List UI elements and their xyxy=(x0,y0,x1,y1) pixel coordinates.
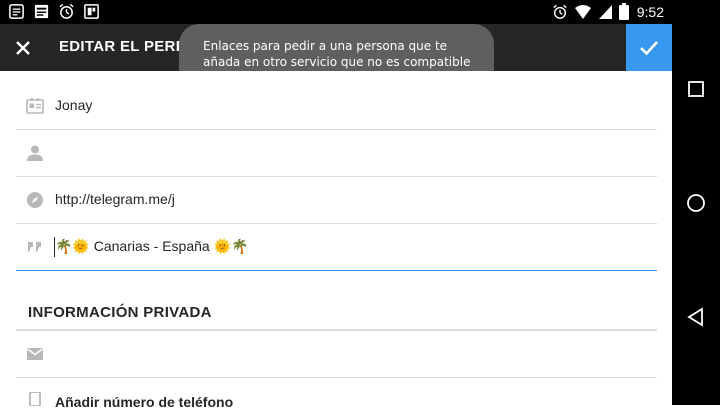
id-card-icon xyxy=(26,98,44,114)
private-info-heading: INFORMACIÓN PRIVADA xyxy=(28,304,212,321)
system-nav-bar xyxy=(672,0,720,405)
username-field[interactable] xyxy=(16,130,657,177)
home-button[interactable] xyxy=(672,183,720,223)
signal-icon xyxy=(598,4,612,19)
person-icon xyxy=(27,145,43,161)
bio-field[interactable]: 🌴🌞 Canarias - España 🌞🌴 xyxy=(16,224,657,271)
close-button[interactable] xyxy=(10,35,36,61)
alarm-icon xyxy=(59,3,74,19)
bio-value: 🌴🌞 Canarias - España 🌞🌴 xyxy=(55,238,249,254)
phone-icon xyxy=(29,392,41,406)
gallery-icon xyxy=(84,4,99,19)
notes-icon xyxy=(9,4,24,19)
clock: 9:52 xyxy=(636,3,664,20)
status-bar: 9:52 xyxy=(0,0,672,24)
add-phone-button[interactable]: Añadir número de teléfono xyxy=(55,394,233,410)
website-field[interactable]: http://telegram.me/j xyxy=(16,177,657,224)
check-icon xyxy=(640,40,658,55)
home-icon xyxy=(687,194,705,212)
name-value: Jonay xyxy=(55,97,93,113)
document-icon xyxy=(34,4,49,19)
edit-profile-form: Jonay http://telegram.me/j 🌴🌞 Canarias -… xyxy=(0,71,672,410)
close-icon xyxy=(16,41,30,55)
email-field[interactable] xyxy=(16,331,657,378)
back-button[interactable] xyxy=(672,297,720,337)
wifi-icon xyxy=(574,4,591,19)
back-icon xyxy=(687,307,703,327)
recents-icon xyxy=(688,81,704,97)
battery-icon xyxy=(618,3,629,20)
save-button[interactable] xyxy=(626,24,672,71)
mail-icon xyxy=(27,348,43,360)
name-field[interactable]: Jonay xyxy=(16,83,657,130)
recents-button[interactable] xyxy=(672,69,720,109)
website-value: http://telegram.me/j xyxy=(55,191,175,207)
alarm-icon xyxy=(553,4,567,19)
quote-icon xyxy=(28,242,41,252)
compass-icon xyxy=(27,192,43,208)
